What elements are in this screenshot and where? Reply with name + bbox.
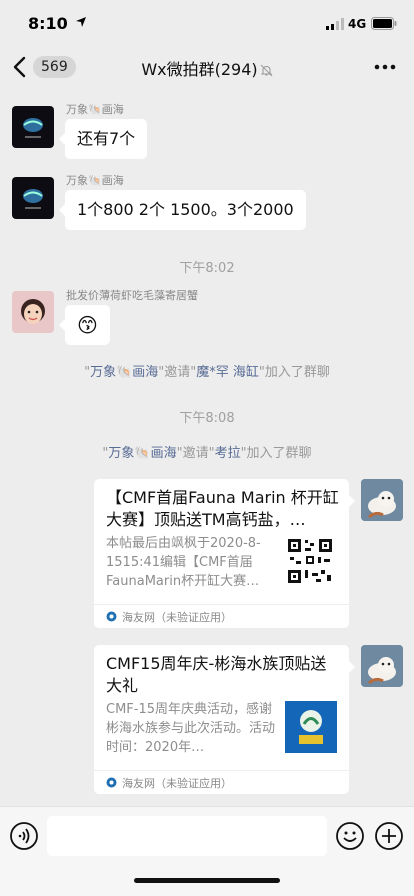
card-description: 本帖最后由飒枫于2020-8-1515:41编辑【CMF首届FaunaMarin… [106,536,261,589]
chat-header: 569 Wx微拍群(294) [0,48,414,88]
inviter-link[interactable]: 万象🐚画海 [108,446,176,461]
home-indicator[interactable] [134,878,280,883]
invitee-link[interactable]: 考拉 [215,446,241,461]
inviter-link[interactable]: 万象🐚画海 [90,365,158,380]
message-bubble[interactable]: 1个800 2个 1500。3个2000 [59,190,306,230]
avatar[interactable] [12,177,54,219]
sender-name: 万象🐚画海 [66,174,124,187]
card-source-label: 海友网（未验证应用） [122,611,232,624]
signal-icon [326,18,344,30]
battery-icon [371,17,397,30]
bell-off-icon [260,64,273,77]
card-source-label: 海友网（未验证应用） [122,777,232,790]
message-input[interactable] [47,816,327,856]
logo-avatar-image [23,118,43,138]
status-bar: 8:10 4G [0,0,414,48]
child-avatar-image [12,291,54,333]
link-card[interactable]: 【CMF首届Fauna Marin 杯开缸大赛】顶贴送TM高钙盐，… 本帖最后由… [94,479,355,628]
network-type: 4G [348,17,367,31]
avatar[interactable] [12,291,54,333]
my-avatar[interactable] [361,645,403,687]
qr-code-thumbnail [286,537,334,585]
logo-avatar-image [23,189,43,209]
card-description: CMF-15周年庆典活动，感谢彬海水族参与此次活动。活动时间：2020年… [106,702,276,755]
timestamp: 下午8:02 [179,261,235,276]
my-avatar[interactable] [361,479,403,521]
timestamp: 下午8:08 [179,411,235,426]
event-thumbnail [285,701,337,753]
app-source-icon [106,777,117,788]
seal-avatar-image [361,479,403,521]
voice-icon[interactable] [9,821,39,851]
seal-avatar-image [361,645,403,687]
link-card[interactable]: CMF15周年庆-彬海水族顶贴送大礼 CMF-15周年庆典活动，感谢彬海水族参与… [94,645,355,794]
chat-title: Wx微拍群(294) [141,60,258,79]
plus-circle-icon[interactable] [374,821,404,851]
emoji-bubble[interactable]: 😙 [59,305,110,345]
app-source-icon [106,611,117,622]
location-arrow-icon [76,17,86,27]
card-title: CMF15周年庆-彬海水族顶贴送大礼 [106,654,327,695]
more-dots-icon[interactable] [374,64,396,70]
chat-title-wrap: Wx微拍群(294) [0,56,414,80]
system-notice: "万象🐚画海"邀请"考拉"加入了群聊 [102,446,312,461]
system-notice: "万象🐚画海"邀请"魔*罕 海缸"加入了群聊 [84,365,330,380]
smiley-icon[interactable] [335,821,365,851]
message-bubble[interactable]: 还有7个 [58,119,148,159]
status-time: 8:10 [28,14,68,33]
card-title: 【CMF首届Fauna Marin 杯开缸大赛】顶贴送TM高钙盐，… [106,488,339,529]
avatar[interactable] [12,106,54,148]
sender-name: 批发价薄荷虾吃毛藻寄居蟹 [66,289,198,302]
card-source: 海友网（未验证应用） [94,770,349,794]
invitee-link[interactable]: 魔*罕 海缸 [196,365,259,380]
card-source: 海友网（未验证应用） [94,604,349,628]
sender-name: 万象🐚画海 [66,103,124,116]
